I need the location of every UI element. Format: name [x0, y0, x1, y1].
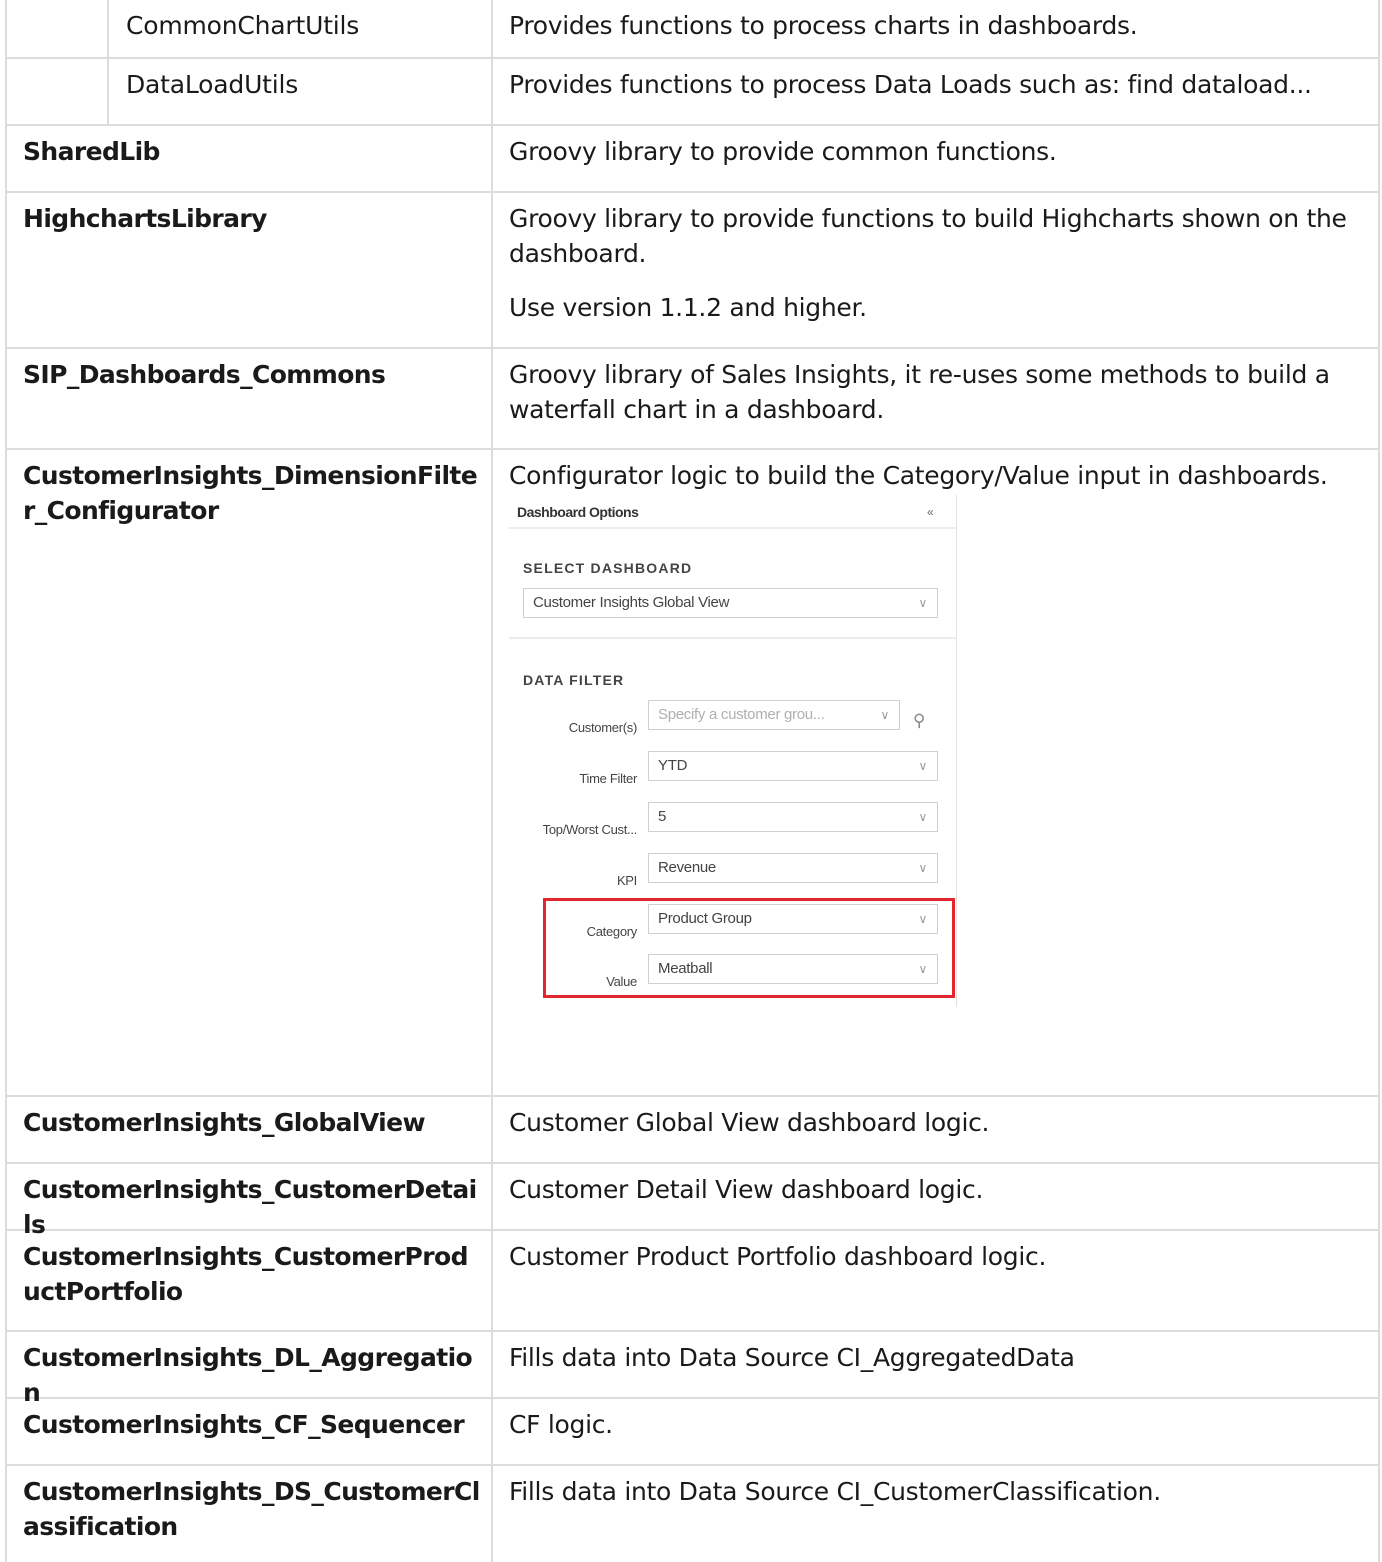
kpi-select[interactable]: Revenue ∨: [648, 853, 938, 883]
element-description: Groovy library to provide functions to b…: [509, 204, 1347, 268]
element-description: Customer Detail View dashboard logic.: [493, 1164, 1380, 1229]
element-note: Use version 1.1.2 and higher.: [509, 293, 867, 322]
element-name: CustomerInsights_CustomerProductPortfoli…: [5, 1231, 493, 1330]
element-name: SIP_Dashboards_Commons: [5, 349, 493, 448]
element-name: SharedLib: [5, 126, 493, 191]
element-description: CF logic.: [493, 1399, 1380, 1464]
customers-placeholder: Specify a customer grou...: [658, 706, 825, 723]
element-description: Customer Product Portfolio dashboard log…: [493, 1231, 1380, 1330]
kpi-label: KPI: [616, 873, 637, 888]
chevron-down-icon: ∨: [918, 759, 928, 773]
element-description: Customer Global View dashboard logic.: [493, 1097, 1380, 1162]
element-name: CustomerInsights_GlobalView: [5, 1097, 493, 1162]
top-worst-select[interactable]: 5 ∨: [648, 802, 938, 832]
element-name: HighchartsLibrary: [5, 193, 493, 347]
highlight-box: [543, 898, 955, 998]
top-worst-value: 5: [658, 808, 667, 825]
element-description: Fills data into Data Source CI_Aggregate…: [493, 1332, 1380, 1397]
element-name: CustomerInsights_DS_CustomerClassificati…: [5, 1466, 493, 1562]
element-name: CustomerInsights_DimensionFilter_Configu…: [5, 450, 493, 1095]
dashboard-select-value: Customer Insights Global View: [533, 594, 730, 611]
element-description: Provides functions to process charts in …: [493, 0, 1380, 57]
collapse-icon[interactable]: «: [927, 495, 934, 530]
kpi-value: Revenue: [658, 859, 716, 876]
element-name: DataLoadUtils: [126, 70, 299, 99]
element-description: Fills data into Data Source CI_CustomerC…: [493, 1466, 1380, 1562]
top-worst-label: Top/Worst Cust...: [542, 822, 638, 837]
time-filter-select[interactable]: YTD ∨: [648, 751, 938, 781]
logic-table: CommonChartUtils Provides functions to p…: [5, 0, 1380, 1562]
search-icon[interactable]: ⚲: [913, 703, 925, 738]
panel-title: Dashboard Options: [517, 504, 639, 520]
chevron-down-icon: ∨: [918, 861, 928, 875]
customers-select[interactable]: Specify a customer grou... ∨: [648, 700, 900, 730]
panel-divider: [509, 527, 957, 529]
element-name: CustomerInsights_CF_Sequencer: [5, 1399, 493, 1464]
customers-label: Customer(s): [568, 720, 638, 735]
table-row: DataLoadUtils Provides functions to proc…: [5, 59, 1380, 126]
table-row: CustomerInsights_GlobalView Customer Glo…: [5, 1097, 1380, 1164]
table-row: CustomerInsights_DimensionFilter_Configu…: [5, 450, 1380, 1097]
select-dashboard-heading: SELECT DASHBOARD: [523, 560, 693, 576]
table-row: CommonChartUtils Provides functions to p…: [5, 0, 1380, 59]
panel-divider: [509, 637, 957, 639]
chevron-down-icon: ∨: [918, 810, 928, 824]
table-row: CustomerInsights_CF_Sequencer CF logic.: [5, 1399, 1380, 1466]
table-row: CustomerInsights_CustomerDetails Custome…: [5, 1164, 1380, 1239]
element-description: Provides functions to process Data Loads…: [493, 59, 1380, 124]
element-name: CustomerInsights_DL_Aggregation: [5, 1332, 493, 1407]
element-description: Groovy library of Sales Insights, it re-…: [493, 349, 1380, 448]
element-description: Groovy library to provide common functio…: [493, 126, 1380, 191]
table-row: CustomerInsights_CustomerProductPortfoli…: [5, 1231, 1380, 1332]
table-row: SIP_Dashboards_Commons Groovy library of…: [5, 349, 1380, 450]
element-name: CommonChartUtils: [126, 11, 360, 40]
dashboard-select[interactable]: Customer Insights Global View ∨: [523, 588, 938, 618]
element-description: Configurator logic to build the Category…: [509, 461, 1328, 490]
table-row: SharedLib Groovy library to provide comm…: [5, 126, 1380, 193]
panel-divider: [956, 495, 957, 1007]
table-row: HighchartsLibrary Groovy library to prov…: [5, 193, 1380, 349]
table-row: CustomerInsights_DS_CustomerClassificati…: [5, 1466, 1380, 1562]
table-row: CustomerInsights_DL_Aggregation Fills da…: [5, 1332, 1380, 1407]
chevron-down-icon: ∨: [880, 708, 890, 722]
time-filter-value: YTD: [658, 757, 688, 774]
time-filter-label: Time Filter: [579, 771, 637, 786]
dashboard-options-panel: Dashboard Options « SELECT DASHBOARD Cus…: [509, 495, 959, 1015]
element-name: CustomerInsights_CustomerDetails: [5, 1164, 493, 1239]
data-filter-heading: DATA FILTER: [523, 672, 625, 688]
chevron-down-icon: ∨: [918, 596, 928, 610]
